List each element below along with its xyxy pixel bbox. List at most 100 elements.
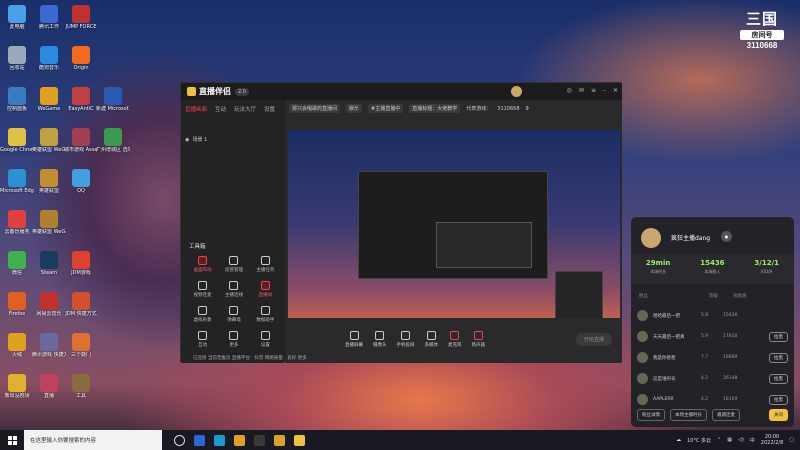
block-button[interactable]: 拉黑 bbox=[769, 331, 788, 342]
mic-button[interactable]: 麦克风 bbox=[448, 330, 462, 348]
desktop-icon[interactable]: 火绒 bbox=[0, 333, 34, 358]
tool-button[interactable]: 更多 bbox=[218, 331, 249, 348]
desktop-icon[interactable]: 控制面板 bbox=[0, 87, 34, 112]
desktop-icon[interactable]: 工具 bbox=[64, 374, 98, 399]
desktop-icon[interactable]: Origin bbox=[64, 46, 98, 71]
stream-title-chip[interactable]: 直播标题：大佬教学 bbox=[409, 104, 461, 113]
desktop-icon[interactable]: 熊出没剧场 bbox=[0, 374, 34, 399]
cortana-icon[interactable] bbox=[174, 434, 185, 446]
tool-button[interactable]: 设置 bbox=[250, 331, 281, 348]
notification-icon[interactable]: ▢ bbox=[789, 437, 794, 443]
camera-button[interactable]: 摄像头 bbox=[373, 330, 387, 348]
user-avatar[interactable] bbox=[511, 86, 522, 97]
fan-row: 天天最后一把真 5.9 17818 拉黑 bbox=[631, 326, 794, 347]
desktop-icon[interactable]: QQ bbox=[64, 169, 98, 194]
desktop-icon[interactable]: 新建 Microsof... bbox=[96, 87, 130, 112]
desktop-icon[interactable]: EasyAntiC bbox=[64, 87, 98, 112]
desktop-icon[interactable]: 酷狗音乐 bbox=[32, 46, 66, 71]
clock[interactable]: 20:00 2022/2/8 bbox=[761, 434, 783, 446]
tool-button[interactable]: 主播连线 bbox=[218, 281, 249, 298]
chevron-up-icon[interactable]: ⌃ bbox=[717, 437, 721, 443]
eye-icon[interactable]: ◉ bbox=[185, 137, 189, 143]
tool-button[interactable]: 画面布局 bbox=[187, 256, 218, 273]
tab-hall[interactable]: 玩法大厅 bbox=[234, 105, 256, 113]
desktop-icon[interactable]: JUMP FORCE bbox=[64, 5, 98, 30]
go-live-button[interactable]: 开始直播 bbox=[575, 333, 612, 346]
desktop-icon[interactable]: JDM 快捷方式 bbox=[64, 292, 98, 317]
tool-button[interactable]: 弹幕墙 bbox=[218, 306, 249, 323]
invite-mic-button[interactable]: 邀请连麦 bbox=[712, 409, 740, 421]
desktop-icon[interactable]: 回收站 bbox=[0, 46, 34, 71]
media-button[interactable]: 多媒体 bbox=[424, 330, 439, 348]
live-companion-icon[interactable] bbox=[294, 434, 305, 446]
edge-icon[interactable] bbox=[214, 434, 225, 446]
block-button[interactable]: 拉黑 bbox=[769, 373, 788, 384]
duration-button[interactable]: 本场主播时长 bbox=[670, 409, 707, 421]
tool-button[interactable]: 互动 bbox=[187, 331, 218, 348]
stream-preview[interactable] bbox=[288, 130, 620, 318]
tab-interact[interactable]: 互动 bbox=[215, 105, 226, 113]
desktop-icon[interactable]: 城市游戏 Assetc... bbox=[64, 128, 98, 153]
desktop-icon[interactable]: WeGame bbox=[32, 87, 66, 112]
status-chip[interactable]: #主播直播中 bbox=[368, 104, 404, 113]
scene-item[interactable]: ◉ 场景 1 bbox=[185, 136, 207, 143]
close-icon[interactable]: ✕ bbox=[613, 87, 618, 94]
tool-button[interactable]: 房管管理 bbox=[218, 256, 249, 273]
block-button[interactable]: 拉黑 bbox=[769, 394, 788, 405]
app-icon bbox=[40, 87, 58, 105]
desktop-icon[interactable]: 腾讯工作 bbox=[32, 5, 66, 30]
tab-live[interactable]: 直播画面 bbox=[185, 105, 207, 113]
desktop-icon[interactable]: Microsoft Edge bbox=[0, 169, 34, 194]
desktop-icon[interactable]: 英雄联盟 WeGame版 bbox=[32, 128, 66, 153]
desktop-icon[interactable]: 此电脑 bbox=[0, 5, 34, 30]
app-icon[interactable] bbox=[254, 434, 265, 446]
desktop-icon[interactable]: 英雄联盟 bbox=[32, 169, 66, 194]
room-title[interactable]: 那只会唱歌的直播间 bbox=[289, 104, 341, 113]
app-icon bbox=[72, 333, 90, 351]
volume-icon[interactable]: ◁) bbox=[738, 437, 744, 443]
tool-button[interactable]: 直播间 bbox=[250, 281, 281, 298]
desktop-icon[interactable]: Google Chrome bbox=[0, 128, 34, 153]
desktop-icon-label: 回收站 bbox=[9, 65, 25, 71]
weather-text[interactable]: 10°C 多云 bbox=[687, 437, 711, 444]
weather-icon[interactable]: ☁ bbox=[676, 437, 681, 443]
desktop-icon[interactable]: 广州增城区 选举制度 bbox=[96, 128, 130, 153]
desktop-icon[interactable]: Firefox bbox=[0, 292, 34, 317]
tab-settings[interactable]: 设置 bbox=[264, 105, 275, 113]
fan-detail-button[interactable]: 粉丝详情 bbox=[637, 409, 665, 421]
desktop-icon[interactable]: 英雄联盟 WeGame版 bbox=[32, 210, 66, 235]
menu-icon[interactable]: ≡ bbox=[591, 87, 596, 94]
tool-button[interactable]: 虚拟形象 bbox=[187, 306, 218, 323]
tool-button[interactable]: 数据助手 bbox=[250, 306, 281, 323]
tool-icon bbox=[260, 331, 270, 340]
task-view-icon[interactable] bbox=[194, 434, 205, 446]
desktop-icon[interactable]: 云备份服务 bbox=[0, 210, 34, 235]
close-button[interactable]: 关闭 bbox=[769, 409, 788, 421]
desktop-icon[interactable]: 三个敲门 bbox=[64, 333, 98, 358]
explorer-icon[interactable] bbox=[234, 434, 245, 446]
minimize-icon[interactable]: – bbox=[603, 87, 606, 94]
desktop-icon[interactable]: 网易云音乐 bbox=[32, 292, 66, 317]
phone-cast-button[interactable]: 手机投屏 bbox=[397, 330, 415, 348]
desktop-icon[interactable]: Steam bbox=[32, 251, 66, 276]
app-icon bbox=[72, 374, 90, 392]
desktop-icon[interactable]: 微信 bbox=[0, 251, 34, 276]
desktop-icon[interactable]: 直播 bbox=[32, 374, 66, 399]
folder-icon[interactable] bbox=[274, 434, 285, 446]
desktop-icon[interactable]: 腾讯游戏 快捷方式 bbox=[32, 333, 66, 358]
message-icon[interactable]: ✉ bbox=[579, 87, 584, 94]
block-button[interactable]: 拉黑 bbox=[769, 352, 788, 363]
screen-capture-button[interactable]: 直播屏幕 bbox=[345, 330, 363, 348]
fan-row: 这是谁的号 4.2 26148 拉黑 bbox=[631, 368, 794, 389]
ime-icon[interactable]: 中 bbox=[750, 437, 755, 444]
network-icon[interactable]: ▦ bbox=[727, 437, 732, 443]
media-label: 多媒体 bbox=[424, 342, 439, 348]
start-button[interactable] bbox=[0, 430, 24, 450]
taskbar-search[interactable]: 在这里输入你要搜索的内容 bbox=[24, 430, 162, 450]
desktop-icon[interactable]: JDM游戏 bbox=[64, 251, 98, 276]
tool-button[interactable]: 主播任务 bbox=[250, 256, 281, 273]
skin-icon[interactable]: ◎ bbox=[567, 87, 572, 94]
category-chip[interactable]: 娱乐 bbox=[346, 104, 363, 113]
speaker-button[interactable]: 扬声器 bbox=[472, 330, 485, 348]
tool-button[interactable]: 视频连麦 bbox=[187, 281, 218, 298]
